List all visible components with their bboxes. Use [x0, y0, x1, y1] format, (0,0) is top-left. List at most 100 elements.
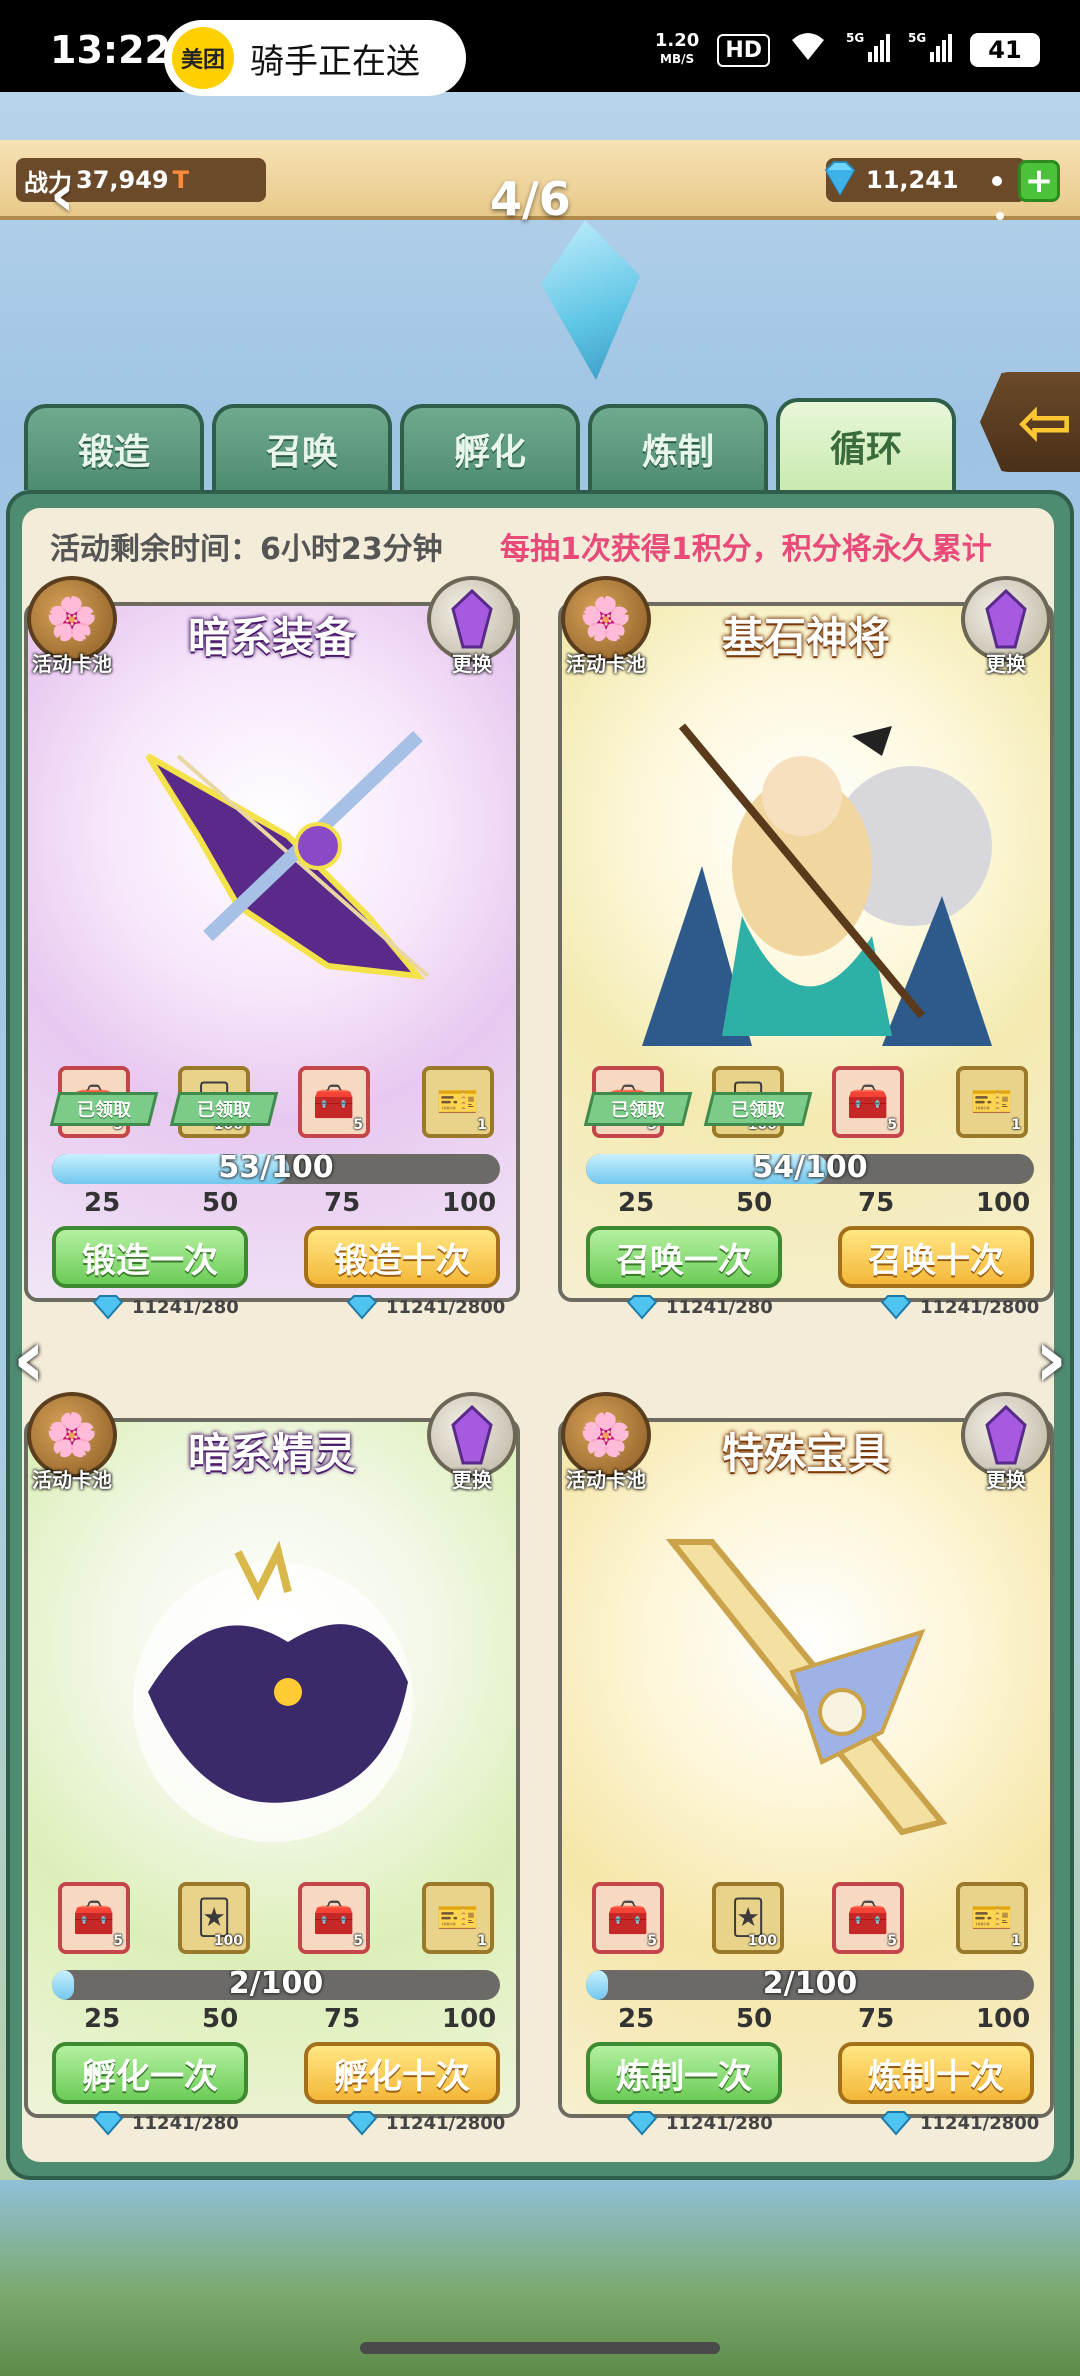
diamond-icon	[626, 2111, 658, 2136]
tab-summon[interactable]: 召唤	[212, 404, 392, 490]
svg-text:5G: 5G	[846, 31, 864, 45]
home-indicator[interactable]	[360, 2342, 720, 2354]
progress-text: 2/100	[228, 1970, 324, 2000]
reward-count: 5	[353, 1117, 363, 1133]
prev-page-button[interactable]: ‹	[4, 1314, 54, 1404]
reward-count: 100	[213, 1933, 243, 1949]
reward-count: 5	[887, 1933, 897, 1949]
card-title: 基石神将	[721, 613, 890, 662]
reward-row: 🧰5 🃏100 🧰5 🎫1 已领取 已领取	[49, 1066, 494, 1146]
draw-ten-button[interactable]: 锻造十次	[304, 1226, 500, 1288]
milestone-label: 25	[84, 2004, 121, 2034]
cost-value: 11241/2800	[386, 2112, 506, 2134]
diamond-icon	[880, 1295, 912, 1320]
warrior-girl-art	[642, 723, 992, 1046]
claimed-badge: 已领取	[703, 1092, 813, 1126]
draw-once-button[interactable]: 孵化一次	[52, 2042, 248, 2104]
dark-dragon-art	[133, 1540, 413, 1842]
reward-chest-icon[interactable]: 🧰5	[298, 1882, 370, 1954]
reward-count: 100	[747, 1933, 777, 1949]
reward-chest-icon[interactable]: 🧰5	[832, 1882, 904, 1954]
milestone-label: 100	[442, 1188, 497, 1218]
combat-power-suffix: T	[172, 166, 189, 194]
cost-ten: 11241/2800	[344, 2110, 505, 2136]
reward-ticket-icon[interactable]: 🎫 1	[422, 1066, 494, 1138]
progress-bar: 2/100	[52, 1970, 500, 2000]
milestones: 25 50 75 100	[52, 1188, 500, 1218]
draw-once-button[interactable]: 锻造一次	[52, 1226, 248, 1288]
cost-value: 11241/2800	[386, 1296, 506, 1318]
return-arrow-button[interactable]: ⇦	[980, 372, 1080, 472]
menu-dot-icon	[996, 212, 1004, 220]
tab-hatch[interactable]: 孵化	[400, 404, 580, 490]
progress-bar: 53/100	[52, 1154, 500, 1184]
tab-bar: 锻造 召唤 孵化 炼制 循环	[24, 398, 968, 490]
network-speed: 1.20 MB/S	[655, 32, 699, 68]
combat-power-value: 37,949	[76, 166, 169, 194]
milestone-label: 25	[84, 1188, 121, 1218]
cost-once: 11241/280	[624, 1294, 773, 1320]
milestone-label: 25	[618, 1188, 655, 1218]
claimed-label: 已领取	[611, 1100, 665, 1121]
notification-text: 骑手正在送	[250, 41, 420, 82]
reward-card-icon[interactable]: 🃏100	[178, 1882, 250, 1954]
claimed-label: 已领取	[197, 1100, 251, 1121]
gacha-card-special-treasure: 🌸 活动卡池 更换 特殊宝具 🧰 5 🃏 100 🧰 5 🎫 1 2/100 25 50…	[558, 1392, 1054, 2136]
reward-chest-icon[interactable]: 🧰5	[298, 1066, 370, 1138]
reward-chest-icon[interactable]: 🧰5	[832, 1066, 904, 1138]
reward-count: 1	[477, 1933, 487, 1949]
claimed-badge: 已领取	[49, 1092, 159, 1126]
reward-ticket-icon[interactable]: 🎫 1	[956, 1882, 1028, 1954]
network-speed-unit: MB/S	[660, 52, 695, 66]
gacha-card-cornerstone-general: 🌸 活动卡池 更换 基石神将 🧰5 🃏100 🧰5 🎫1 已领取 已领取 54/…	[558, 576, 1054, 1320]
progress-bar: 54/100	[586, 1154, 1034, 1184]
reward-count: 1	[477, 1117, 487, 1133]
draw-once-button[interactable]: 召唤一次	[586, 1226, 782, 1288]
golden-sword-art	[665, 1539, 948, 1836]
progress-text: 54/100	[752, 1154, 868, 1184]
notification-pill[interactable]: 美团 骑手正在送	[164, 20, 466, 96]
reward-chest-icon[interactable]: 🧰5	[592, 1882, 664, 1954]
add-gems-button[interactable]: +	[1018, 160, 1060, 202]
signal-5g-icon: 5G	[908, 30, 952, 70]
progress-text: 53/100	[218, 1154, 334, 1184]
milestones: 25 50 75 100	[52, 2004, 500, 2034]
cost-ten: 11241/2800	[878, 2110, 1039, 2136]
claimed-badge: 已领取	[169, 1092, 279, 1126]
gacha-card-dark-spirit: 🌸 活动卡池 更换 暗系精灵 🧰 5 🃏 100 🧰 5 🎫 1 2/100 25 50…	[24, 1392, 520, 2136]
cost-once: 11241/280	[624, 2110, 773, 2136]
status-time: 13:22	[50, 28, 171, 72]
svg-text:5G: 5G	[908, 31, 926, 45]
diamond-icon	[92, 2111, 124, 2136]
reward-chest-icon[interactable]: 🧰5	[58, 1882, 130, 1954]
card-title: 特殊宝具	[721, 1429, 890, 1478]
milestones: 25 50 75 100	[586, 2004, 1034, 2034]
draw-ten-button[interactable]: 孵化十次	[304, 2042, 500, 2104]
network-speed-value: 1.20	[654, 30, 700, 51]
back-button[interactable]: ‹	[50, 165, 75, 225]
diamond-icon	[346, 1295, 378, 1320]
reward-ticket-icon[interactable]: 🎫 1	[422, 1882, 494, 1954]
tab-forge[interactable]: 锻造	[24, 404, 204, 490]
reward-card-icon[interactable]: 🃏100	[712, 1882, 784, 1954]
bat-crossbow-art	[145, 730, 430, 980]
hd-icon: HD	[717, 33, 770, 67]
crystal-decoration	[541, 220, 640, 380]
draw-ten-button[interactable]: 炼制十次	[838, 2042, 1034, 2104]
diamond-icon	[346, 2111, 378, 2136]
milestones: 25 50 75 100	[586, 1188, 1034, 1218]
reward-row: 🧰5 🃏100 🧰5 🎫1 已领取 已领取	[583, 1066, 1028, 1146]
draw-ten-button[interactable]: 召唤十次	[838, 1226, 1034, 1288]
milestone-label: 75	[324, 2004, 361, 2034]
wifi-icon	[788, 30, 828, 70]
draw-once-button[interactable]: 炼制一次	[586, 2042, 782, 2104]
next-page-button[interactable]: ›	[1026, 1314, 1076, 1404]
tab-refine[interactable]: 炼制	[588, 404, 768, 490]
milestone-label: 100	[976, 2004, 1031, 2034]
milestone-label: 50	[202, 1188, 239, 1218]
reward-ticket-icon[interactable]: 🎫 1	[956, 1066, 1028, 1138]
reward-count: 5	[113, 1933, 123, 1949]
page-indicator: 4/6	[490, 172, 571, 226]
reward-count: 1	[1011, 1933, 1021, 1949]
tab-cycle[interactable]: 循环	[776, 398, 956, 490]
